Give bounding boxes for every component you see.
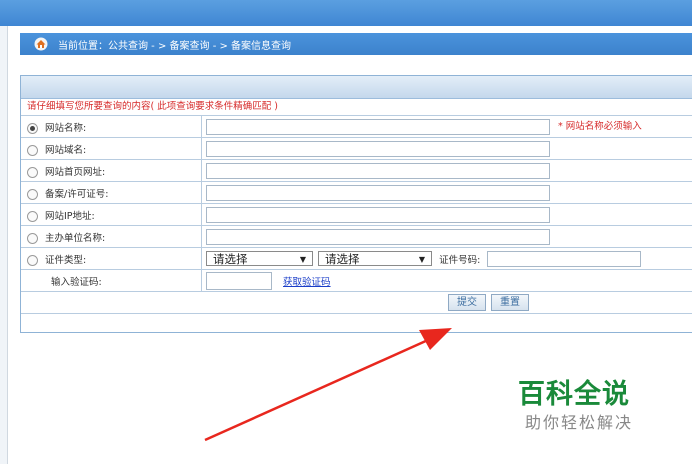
watermark-subtitle: 助你轻松解决 bbox=[525, 413, 634, 432]
watermark-title: 百科全说 bbox=[518, 379, 630, 410]
